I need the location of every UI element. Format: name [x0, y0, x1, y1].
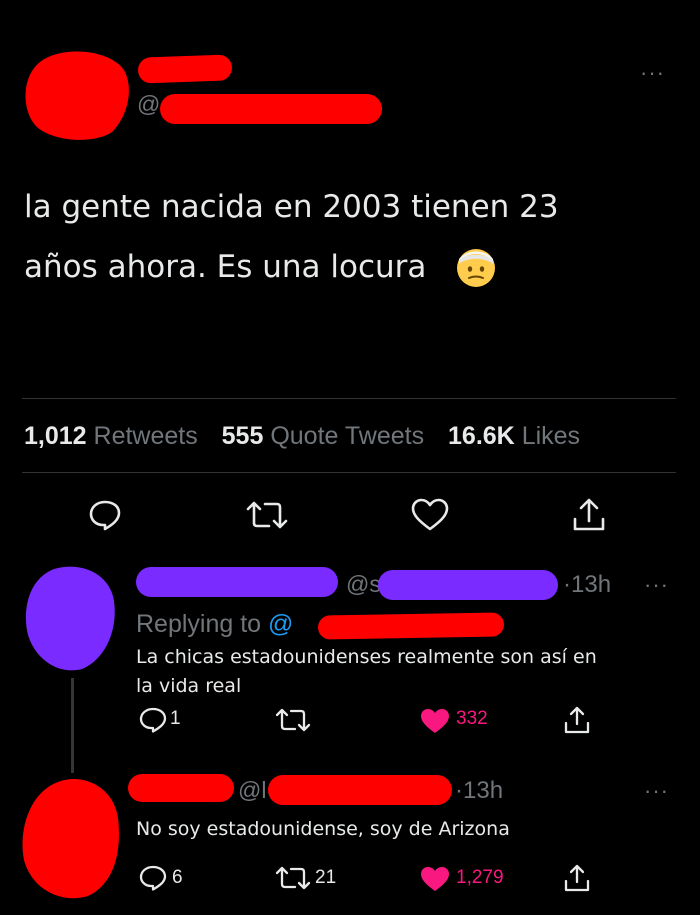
main-tweet-line2-wrap: años ahora. Es una locura: [24, 249, 426, 285]
reply1-like-count: 332: [456, 708, 488, 729]
reply2-avatar-redacted[interactable]: [18, 772, 124, 902]
reply2-like-count: 1,279: [456, 867, 504, 888]
reply2-share-icon[interactable]: [562, 862, 592, 894]
reply1-more-icon[interactable]: ···: [644, 572, 669, 598]
retweets-stat[interactable]: 1,012 Retweets: [24, 422, 198, 450]
main-display-name-redacted[interactable]: [137, 54, 233, 84]
reply2-reply-icon[interactable]: [138, 864, 168, 892]
reply2-retweet-icon[interactable]: [273, 864, 313, 892]
face-with-head-bandage-icon: [457, 249, 495, 287]
reply2-handle-prefix: @l: [238, 777, 267, 803]
main-reply-icon[interactable]: [86, 498, 124, 532]
main-handle-redacted: [160, 94, 382, 124]
quotes-count: 555: [221, 422, 264, 450]
reply1-avatar-redacted[interactable]: [20, 563, 120, 675]
reply1-thread-line: [71, 678, 74, 773]
retweets-label: Retweets: [93, 422, 198, 450]
reply1-display-name-redacted[interactable]: [136, 567, 338, 597]
reply1-handle-redacted: [378, 570, 558, 600]
reply1-share-icon[interactable]: [562, 704, 592, 736]
reply1-dot: ·: [563, 571, 571, 598]
reply1-text-line1: La chicas estadounidenses realmente son …: [136, 646, 597, 668]
reply2-like-icon[interactable]: [418, 864, 452, 894]
main-retweet-icon[interactable]: [244, 498, 290, 532]
likes-count: 16.6K: [448, 422, 515, 450]
reply2-retweet-count: 21: [315, 867, 337, 888]
reply1-text-line2: la vida real: [136, 675, 242, 697]
reply2-dot: ·: [455, 777, 463, 804]
reply1-retweet-icon[interactable]: [273, 706, 313, 734]
reply2-display-name-redacted[interactable]: [128, 774, 234, 802]
reply2-handle-redacted: [268, 775, 452, 805]
reply1-replying-to: Replying to @: [136, 610, 293, 639]
stats-row: 1,012 Retweets 555 Quote Tweets 16.6K Li…: [24, 422, 580, 451]
retweets-count: 1,012: [24, 422, 87, 450]
stats-bottom-divider: [22, 472, 676, 473]
main-handle-prefix: @: [137, 91, 161, 117]
likes-stat[interactable]: 16.6K Likes: [448, 422, 580, 450]
reply2-handle[interactable]: @l: [238, 777, 266, 804]
reply2-time[interactable]: 13h: [463, 777, 503, 804]
reply2-meta: ·13h: [455, 777, 503, 805]
main-avatar-redacted[interactable]: [20, 44, 132, 144]
reply1-handle-prefix: @s: [346, 571, 381, 597]
quotes-label: Quote Tweets: [270, 422, 425, 450]
likes-label: Likes: [521, 422, 581, 450]
main-like-icon[interactable]: [410, 498, 450, 532]
main-tweet-line1: la gente nacida en 2003 tienen 23: [24, 189, 559, 225]
reply1-replying-handle[interactable]: @: [268, 610, 293, 638]
main-tweet-line2: años ahora. Es una locura: [24, 249, 427, 285]
stats-top-divider: [22, 398, 676, 399]
main-handle[interactable]: @: [137, 91, 160, 118]
main-more-icon[interactable]: ···: [640, 60, 665, 86]
reply1-replying-redacted: [317, 612, 505, 640]
reply1-reply-icon[interactable]: [138, 706, 168, 734]
reply1-text: La chicas estadounidenses realmente son …: [136, 643, 597, 701]
reply1-reply-count: 1: [170, 708, 181, 729]
reply2-more-icon[interactable]: ···: [644, 778, 669, 804]
reply1-like-icon[interactable]: [418, 706, 452, 736]
reply1-meta: ·13h: [563, 571, 611, 599]
reply2-reply-count: 6: [172, 867, 183, 888]
reply1-replying-label: Replying to: [136, 610, 262, 638]
reply2-text: No soy estadounidense, soy de Arizona: [136, 818, 510, 840]
quotes-stat[interactable]: 555 Quote Tweets: [222, 422, 424, 450]
reply1-handle[interactable]: @s: [346, 571, 381, 598]
reply1-time[interactable]: 13h: [571, 571, 611, 598]
main-share-icon[interactable]: [570, 496, 608, 534]
